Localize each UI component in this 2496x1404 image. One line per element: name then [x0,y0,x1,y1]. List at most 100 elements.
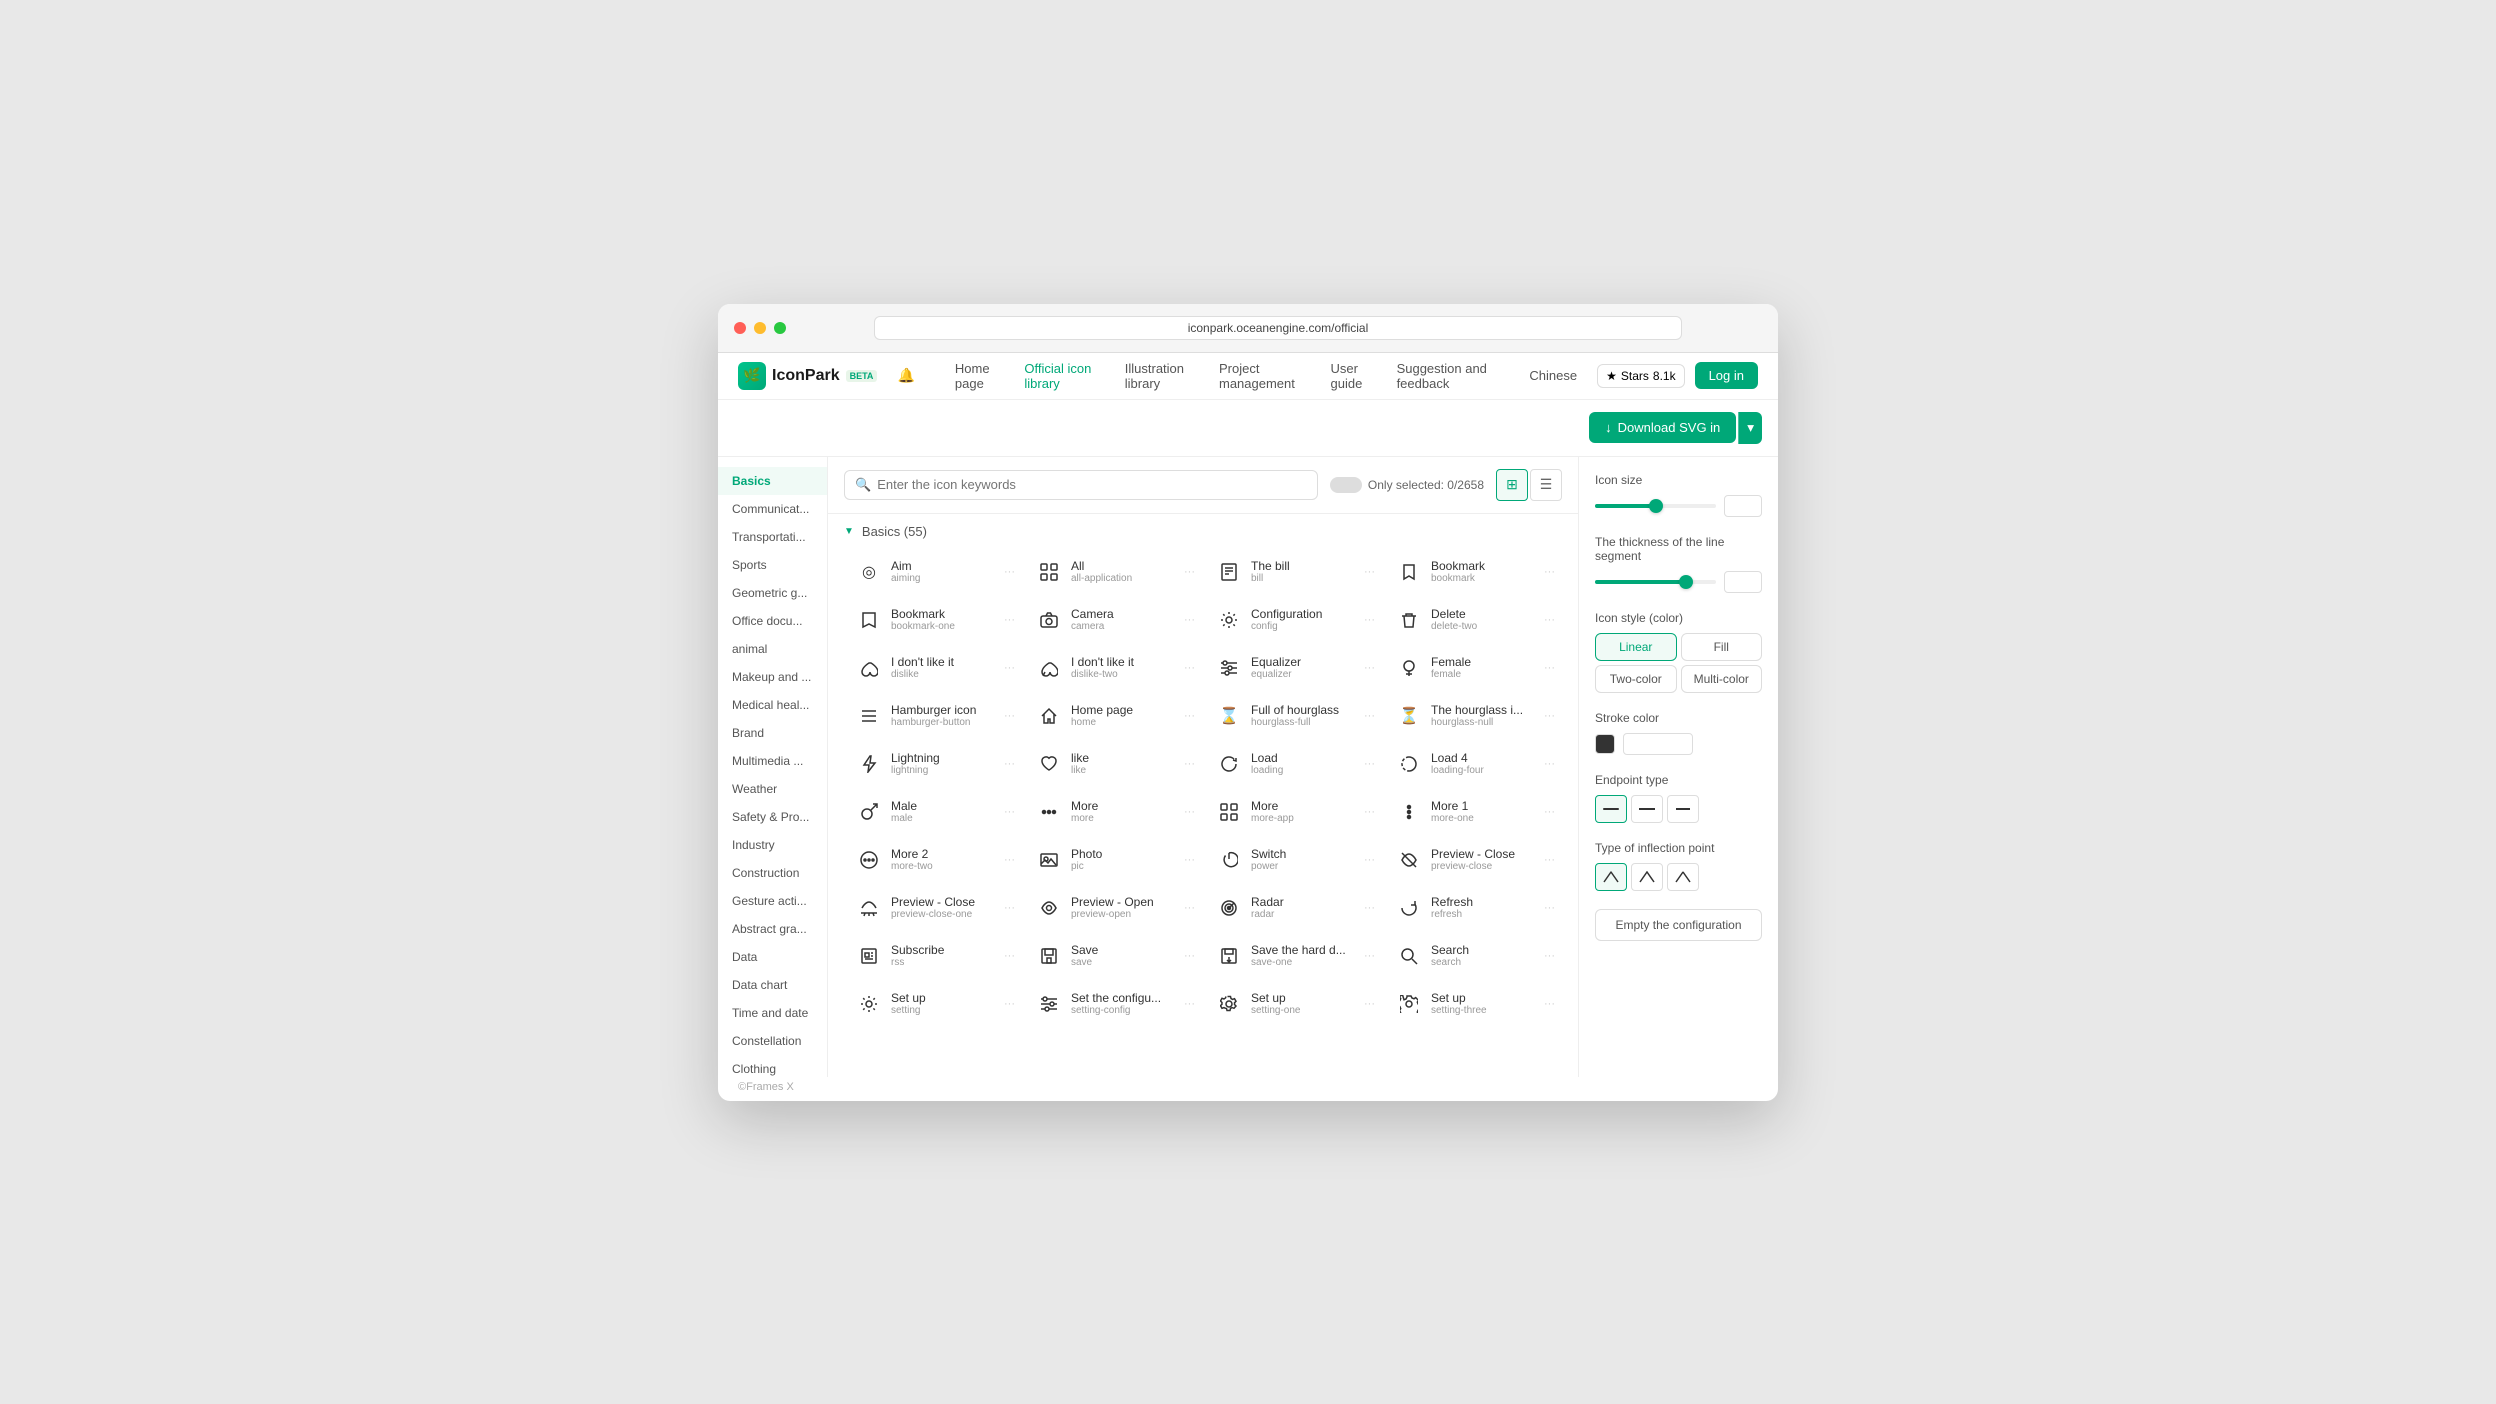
bill-more[interactable]: ··· [1364,566,1375,578]
minimize-dot[interactable] [754,322,766,334]
radar-more[interactable]: ··· [1364,902,1375,914]
dislike-two-more[interactable]: ··· [1184,662,1195,674]
bookmark-one-more[interactable]: ··· [1004,614,1015,626]
sidebar-item-industry[interactable]: Industry [718,831,827,859]
icon-cell-delete[interactable]: Delete delete-two ··· [1384,597,1562,643]
icon-cell-lightning[interactable]: Lightning lightning ··· [844,741,1022,787]
sidebar-item-abstract[interactable]: Abstract gra... [718,915,827,943]
sidebar-item-animal[interactable]: animal [718,635,827,663]
icon-cell-radar[interactable]: Radar radar ··· [1204,885,1382,931]
login-button[interactable]: Log in [1695,362,1758,389]
sidebar-item-datachart[interactable]: Data chart [718,971,827,999]
load-more[interactable]: ··· [1364,758,1375,770]
config-more[interactable]: ··· [1364,614,1375,626]
icon-cell-config[interactable]: Configuration config ··· [1204,597,1382,643]
download-svg-button[interactable]: ↓ Download SVG in [1589,412,1736,443]
nav-home[interactable]: Home page [955,361,1009,391]
nav-language[interactable]: Chinese [1529,368,1577,383]
download-chevron[interactable]: ▾ [1738,412,1762,444]
icon-cell-bookmark-one[interactable]: Bookmark bookmark-one ··· [844,597,1022,643]
subscribe-more[interactable]: ··· [1004,950,1015,962]
icon-cell-setting-one[interactable]: Set up setting-one ··· [1204,981,1382,1027]
sidebar-item-safety[interactable]: Safety & Pro... [718,803,827,831]
nav-illustration[interactable]: Illustration library [1125,361,1203,391]
female-more[interactable]: ··· [1544,662,1555,674]
style-multi-color-button[interactable]: Multi-color [1681,665,1763,693]
icon-cell-like[interactable]: like like ··· [1024,741,1202,787]
style-two-color-button[interactable]: Two-color [1595,665,1677,693]
setting-config-more[interactable]: ··· [1184,998,1195,1010]
sidebar-item-brand[interactable]: Brand [718,719,827,747]
preview-close-one-more[interactable]: ··· [1004,902,1015,914]
endpoint-flat-button[interactable] [1631,795,1663,823]
sidebar-item-office[interactable]: Office docu... [718,607,827,635]
preview-close-more[interactable]: ··· [1544,854,1555,866]
icon-cell-all[interactable]: All all-application ··· [1024,549,1202,595]
icon-cell-photo[interactable]: Photo pic ··· [1024,837,1202,883]
inflect-round-button[interactable] [1595,863,1627,891]
more-app-more[interactable]: ··· [1364,806,1375,818]
list-view-button[interactable]: ☰ [1530,469,1562,501]
sidebar-item-weather[interactable]: Weather [718,775,827,803]
sidebar-item-transport[interactable]: Transportati... [718,523,827,551]
line-thickness-slider[interactable] [1595,580,1716,584]
icon-cell-preview-open[interactable]: Preview - Open preview-open ··· [1024,885,1202,931]
icon-cell-power[interactable]: Switch power ··· [1204,837,1382,883]
icon-cell-preview-close[interactable]: Preview - Close preview-close ··· [1384,837,1562,883]
sidebar-item-clothing[interactable]: Clothing [718,1055,827,1077]
github-button[interactable]: ★ Stars 8.1k [1597,364,1684,388]
setting-one-more[interactable]: ··· [1364,998,1375,1010]
sidebar-item-timedate[interactable]: Time and date [718,999,827,1027]
icon-cell-equalizer[interactable]: Equalizer equalizer ··· [1204,645,1382,691]
line-thickness-thumb[interactable] [1679,575,1693,589]
style-fill-button[interactable]: Fill [1681,633,1763,661]
icon-cell-more-two[interactable]: More 2 more-two ··· [844,837,1022,883]
line-thickness-input[interactable]: 4 [1724,571,1762,593]
endpoint-round-button[interactable] [1595,795,1627,823]
icon-cell-aim[interactable]: ◎ Aim aiming ··· [844,549,1022,595]
icon-cell-load[interactable]: Load loading ··· [1204,741,1382,787]
equalizer-more[interactable]: ··· [1364,662,1375,674]
nav-guide[interactable]: User guide [1331,361,1381,391]
icon-cell-preview-close-one[interactable]: Preview - Close preview-close-one ··· [844,885,1022,931]
icon-cell-bookmark[interactable]: Bookmark bookmark ··· [1384,549,1562,595]
male-more[interactable]: ··· [1004,806,1015,818]
hourglass-null-more[interactable]: ··· [1544,710,1555,722]
endpoint-butt-button[interactable] [1667,795,1699,823]
sidebar-item-makeup[interactable]: Makeup and ... [718,663,827,691]
color-hex-input[interactable]: #333 [1623,733,1693,755]
icon-cell-more-app[interactable]: More more-app ··· [1204,789,1382,835]
setting-more[interactable]: ··· [1004,998,1015,1010]
icon-size-input[interactable]: 24 [1724,495,1762,517]
power-more[interactable]: ··· [1364,854,1375,866]
style-linear-button[interactable]: Linear [1595,633,1677,661]
icon-cell-setting-three[interactable]: Set up setting-three ··· [1384,981,1562,1027]
icon-cell-search[interactable]: Search search ··· [1384,933,1562,979]
bell-icon[interactable]: 🔔 [897,367,914,384]
icon-cell-setting[interactable]: Set up setting ··· [844,981,1022,1027]
aim-more[interactable]: ··· [1004,566,1015,578]
hamburger-more[interactable]: ··· [1004,710,1015,722]
icon-size-thumb[interactable] [1649,499,1663,513]
icon-cell-save-one[interactable]: Save the hard d... save-one ··· [1204,933,1382,979]
sidebar-item-gesture[interactable]: Gesture acti... [718,887,827,915]
sidebar-item-communicat[interactable]: Communicat... [718,495,827,523]
icon-size-slider[interactable] [1595,504,1716,508]
close-dot[interactable] [734,322,746,334]
empty-config-button[interactable]: Empty the configuration [1595,909,1762,941]
dislike-more[interactable]: ··· [1004,662,1015,674]
icon-cell-load4[interactable]: Load 4 loading-four ··· [1384,741,1562,787]
icon-cell-bill[interactable]: The bill bill ··· [1204,549,1382,595]
setting-three-more[interactable]: ··· [1544,998,1555,1010]
bookmark-more[interactable]: ··· [1544,566,1555,578]
home-more[interactable]: ··· [1184,710,1195,722]
load4-more[interactable]: ··· [1544,758,1555,770]
icon-cell-dislike[interactable]: I don't like it dislike ··· [844,645,1022,691]
camera-more[interactable]: ··· [1184,614,1195,626]
sidebar-item-sports[interactable]: Sports [718,551,827,579]
save-more[interactable]: ··· [1184,950,1195,962]
refresh-more[interactable]: ··· [1544,902,1555,914]
search-input-wrapper[interactable]: 🔍 [844,470,1318,500]
color-swatch[interactable] [1595,734,1615,754]
icon-cell-subscribe[interactable]: Subscribe rss ··· [844,933,1022,979]
